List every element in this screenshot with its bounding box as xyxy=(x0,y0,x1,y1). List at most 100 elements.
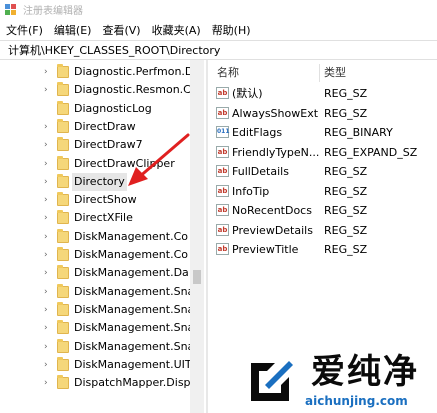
folder-icon xyxy=(57,283,69,298)
folder-icon xyxy=(57,375,69,390)
binary-value-icon: 011 xyxy=(216,126,230,138)
tree-item-label: DispatchMapper.Disp xyxy=(74,376,191,390)
value-row[interactable]: ab InfoTip REG_SZ xyxy=(209,182,437,201)
chevron-right-icon[interactable]: › xyxy=(44,264,52,282)
tree-item-label: DiskManagement.Sna xyxy=(74,302,195,316)
menu-edit[interactable]: 编辑(E) xyxy=(54,22,92,38)
chevron-right-icon[interactable]: › xyxy=(44,228,52,246)
string-value-icon: ab xyxy=(216,145,229,158)
scrollbar-thumb[interactable] xyxy=(193,270,201,284)
folder-icon xyxy=(57,356,69,371)
menu-favorites[interactable]: 收藏夹(A) xyxy=(152,22,201,38)
chevron-right-icon[interactable]: › xyxy=(44,374,52,392)
tree-item[interactable]: › DiskManagement.Sna xyxy=(0,283,194,301)
string-value-icon: ab xyxy=(216,87,229,99)
tree-item-label: Diagnostic.Perfmon.D xyxy=(74,65,194,78)
chevron-right-icon[interactable]: › xyxy=(44,63,52,81)
menu-help[interactable]: 帮助(H) xyxy=(212,22,251,38)
value-row[interactable]: ab PreviewTitle REG_SZ xyxy=(209,240,437,259)
chevron-right-icon[interactable]: › xyxy=(44,191,52,209)
tree-item[interactable]: › Diagnostic.Perfmon.D xyxy=(0,63,194,81)
tree-item-label: DirectShow xyxy=(74,193,137,207)
tree-item[interactable]: › DiskManagement.Sna xyxy=(0,301,194,319)
tree-item[interactable]: DiagnosticLog xyxy=(0,100,190,118)
chevron-right-icon[interactable]: › xyxy=(44,136,52,154)
string-value-icon: ab xyxy=(216,106,229,119)
tree-item[interactable]: › DirectDraw xyxy=(0,118,190,136)
chevron-right-icon[interactable]: › xyxy=(44,356,52,374)
watermark-title: 爱纯净 xyxy=(311,352,419,392)
tree-item-label: Diagnostic.Resmon.C xyxy=(74,83,191,97)
folder-icon xyxy=(57,155,69,170)
value-name: AlwaysShowExt xyxy=(232,106,319,120)
tree-item-label: DirectDraw7 xyxy=(74,138,143,152)
tree-item[interactable]: › DiskManagement.Sna xyxy=(0,319,194,337)
tree-item-label: DiskManagement.Sna xyxy=(74,339,195,353)
tree-item[interactable]: › DirectXFile xyxy=(0,209,190,227)
chevron-right-icon[interactable]: › xyxy=(44,209,52,227)
chevron-right-icon[interactable]: › xyxy=(44,81,52,99)
folder-icon xyxy=(57,192,69,207)
tree-item[interactable]: › DiskManagement.UIT xyxy=(0,356,192,374)
menu-view[interactable]: 查看(V) xyxy=(102,22,140,38)
string-value-icon: ab xyxy=(216,204,229,216)
value-row[interactable]: ab PreviewDetails REG_SZ xyxy=(209,221,437,240)
chevron-right-icon[interactable]: › xyxy=(44,338,52,356)
tree-item-label: Directory xyxy=(72,172,127,191)
value-name: FullDetails xyxy=(232,165,289,178)
value-type: REG_SZ xyxy=(324,204,368,217)
tree-item[interactable]: › DispatchMapper.Disp xyxy=(0,374,191,392)
value-row[interactable]: ab FriendlyTypeN... REG_EXPAND_SZ xyxy=(209,143,437,162)
value-type: REG_SZ xyxy=(324,106,368,120)
chevron-right-icon[interactable]: › xyxy=(44,155,52,173)
tree-item[interactable]: › DirectShow xyxy=(0,191,190,209)
value-row[interactable]: ab NoRecentDocs REG_SZ xyxy=(209,201,437,220)
folder-icon xyxy=(57,338,69,353)
pane-splitter[interactable] xyxy=(206,60,208,413)
registry-editor-icon xyxy=(5,3,17,16)
value-row[interactable]: ab (默认) REG_SZ xyxy=(209,84,437,103)
chevron-right-icon[interactable]: › xyxy=(44,118,52,136)
value-name: (默认) xyxy=(232,87,263,100)
chevron-right-icon[interactable]: › xyxy=(44,173,52,191)
tree-item[interactable]: › DiskManagement.Co xyxy=(0,246,190,264)
value-name: PreviewTitle xyxy=(232,243,299,256)
tree-item[interactable]: › DiskManagement.Da xyxy=(0,264,190,282)
value-name: NoRecentDocs xyxy=(232,204,312,217)
menu-file[interactable]: 文件(F) xyxy=(6,22,43,38)
tree-item-label: DiskManagement.Co xyxy=(74,248,188,261)
column-separator[interactable] xyxy=(319,64,320,82)
value-row[interactable]: ab AlwaysShowExt REG_SZ xyxy=(209,104,437,123)
folder-icon xyxy=(57,64,69,78)
chevron-right-icon[interactable]: › xyxy=(44,301,52,319)
tree-item-label: DiskManagement.Co xyxy=(74,229,188,243)
column-header-name[interactable]: 名称 xyxy=(217,64,239,82)
tree-item[interactable]: › Diagnostic.Resmon.C xyxy=(0,81,191,99)
value-type: REG_SZ xyxy=(324,165,368,178)
folder-icon xyxy=(57,118,69,133)
tree-item-label: DiskManagement.Da xyxy=(74,266,189,280)
address-path[interactable]: 计算机\HKEY_CLASSES_ROOT\Directory xyxy=(8,42,220,58)
tree-item[interactable]: › DirectDrawClipper xyxy=(0,155,190,173)
tree-scrollbar[interactable] xyxy=(190,60,204,413)
watermark: 爱纯净 aichunjing.com xyxy=(245,352,437,413)
tree-item[interactable]: › DiskManagement.Sna xyxy=(0,338,194,356)
tree-item[interactable]: › DirectDraw7 xyxy=(0,136,190,154)
column-header-type[interactable]: 类型 xyxy=(324,64,346,82)
value-row[interactable]: 011 EditFlags REG_BINARY xyxy=(209,123,437,142)
tree-item[interactable]: › Directory xyxy=(0,172,190,191)
string-value-icon: ab xyxy=(216,243,229,255)
folder-icon xyxy=(57,265,69,280)
watermark-url: aichunjing.com xyxy=(305,394,408,408)
tree-item-label: DirectXFile xyxy=(74,211,133,225)
folder-icon xyxy=(57,228,69,243)
address-bar[interactable]: 计算机\HKEY_CLASSES_ROOT\Directory xyxy=(0,40,437,60)
string-value-icon: ab xyxy=(216,223,229,236)
folder-icon xyxy=(57,82,69,97)
chevron-right-icon[interactable]: › xyxy=(44,246,52,264)
chevron-right-icon[interactable]: › xyxy=(44,283,52,301)
string-value-icon: ab xyxy=(216,184,229,197)
value-row[interactable]: ab FullDetails REG_SZ xyxy=(209,162,437,181)
tree-item[interactable]: › DiskManagement.Co xyxy=(0,228,190,246)
chevron-right-icon[interactable]: › xyxy=(44,319,52,337)
